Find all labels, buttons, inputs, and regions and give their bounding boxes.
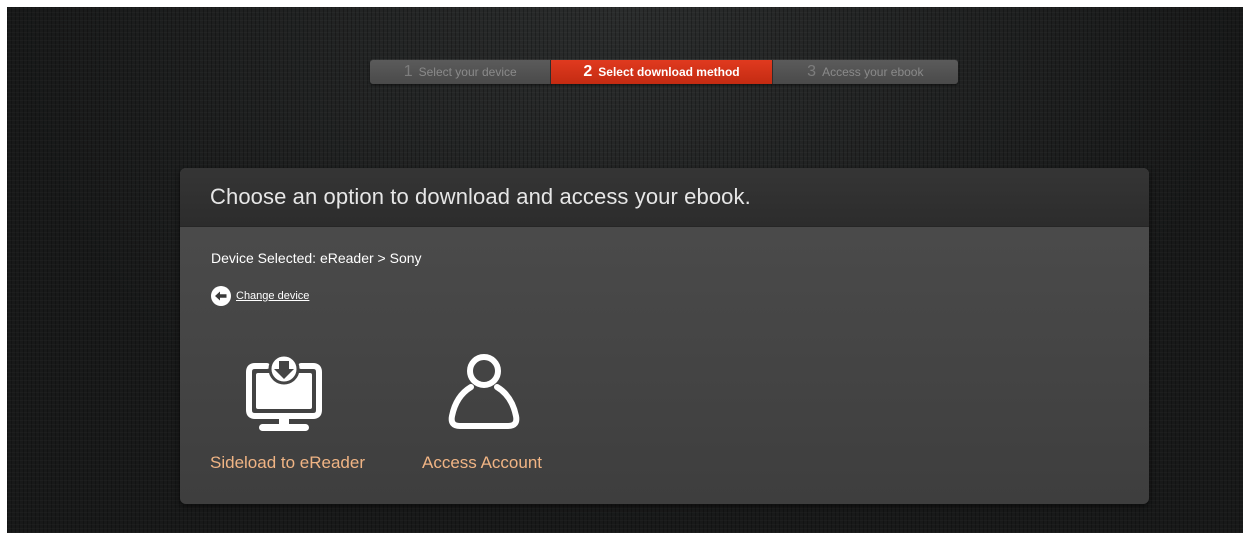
- step-label: Select your device: [418, 65, 517, 79]
- download-options-panel: Choose an option to download and access …: [180, 168, 1149, 504]
- back-arrow-icon[interactable]: [211, 286, 231, 306]
- progress-steps: 1 Select your device 2 Select download m…: [370, 60, 958, 84]
- user-account-icon[interactable]: [444, 352, 524, 434]
- sideload-label[interactable]: Sideload to eReader: [210, 453, 365, 473]
- step-select-device[interactable]: 1 Select your device: [370, 60, 551, 84]
- access-account-label[interactable]: Access Account: [422, 453, 542, 473]
- change-device-label[interactable]: Change device: [236, 290, 309, 302]
- access-account-option[interactable]: Access Account: [412, 352, 552, 472]
- step-number: 3: [807, 63, 817, 80]
- step-number: 1: [403, 63, 413, 80]
- sideload-option[interactable]: Sideload to eReader: [208, 352, 368, 472]
- step-label: Access your ebook: [822, 65, 924, 79]
- step-label: Select download method: [598, 65, 740, 79]
- panel-header: Choose an option to download and access …: [180, 168, 1149, 227]
- step-select-download-method[interactable]: 2 Select download method: [550, 60, 772, 84]
- monitor-download-icon[interactable]: [245, 352, 323, 436]
- page-background: 1 Select your device 2 Select download m…: [7, 7, 1243, 533]
- step-number: 2: [583, 63, 593, 80]
- device-selected-text: Device Selected: eReader > Sony: [211, 250, 422, 266]
- step-access-ebook[interactable]: 3 Access your ebook: [771, 60, 958, 84]
- panel-title: Choose an option to download and access …: [210, 184, 751, 209]
- change-device-link[interactable]: Change device: [211, 286, 309, 306]
